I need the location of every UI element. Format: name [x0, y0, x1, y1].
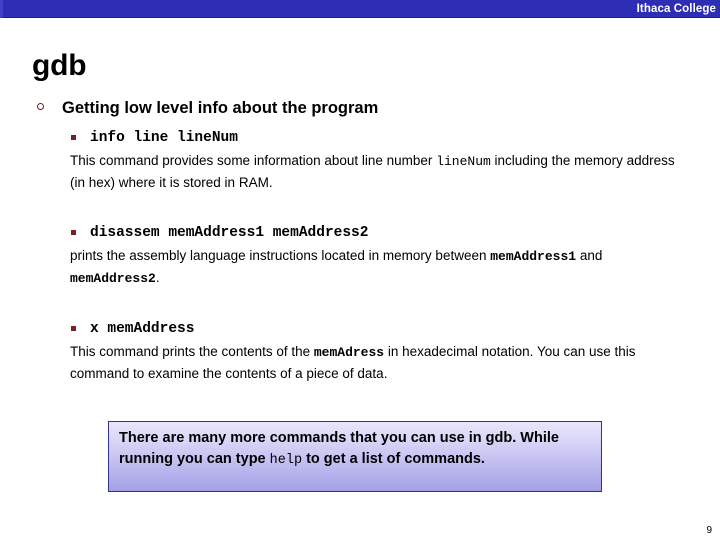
slide-body: Getting low level info about the program…	[32, 97, 702, 402]
command-section-disassem: disassem memAddress1 memAddress2 prints …	[32, 223, 702, 289]
command-description: This command prints the contents of the …	[70, 342, 690, 384]
command-description: This command provides some information a…	[70, 151, 690, 193]
command-heading-label: info line lineNum	[90, 130, 238, 146]
command-heading: disassem memAddress1 memAddress2	[70, 223, 702, 243]
inline-code: lineNum	[436, 154, 491, 169]
banner-left-edge	[0, 0, 3, 18]
inline-code: help	[269, 452, 303, 468]
top-banner	[0, 0, 720, 18]
inline-code: memAdress	[313, 345, 385, 360]
description-text: This command prints the contents of the	[70, 344, 314, 359]
callout-text: There are many more commands that you ca…	[119, 428, 591, 471]
command-heading: x memAddress	[70, 319, 702, 339]
command-section-info-line: info line lineNum This command provides …	[32, 128, 702, 193]
description-text: This command provides some information a…	[70, 153, 437, 168]
callout-text-part: to get a list of commands.	[302, 450, 485, 467]
command-section-x: x memAddress This command prints the con…	[32, 319, 702, 384]
inline-code: memAddress1	[490, 249, 577, 264]
slide: Ithaca College gdb Getting low level inf…	[0, 0, 720, 540]
circle-bullet-icon	[37, 103, 44, 110]
description-text: and	[576, 248, 603, 263]
page-number: 9	[706, 525, 712, 536]
page-title: gdb	[32, 49, 87, 82]
callout-box: There are many more commands that you ca…	[108, 421, 602, 492]
institution-name: Ithaca College	[636, 3, 716, 15]
bullet-level1: Getting low level info about the program	[32, 97, 702, 119]
square-bullet-icon	[71, 230, 76, 235]
square-bullet-icon	[71, 326, 76, 331]
bullet-level1-label: Getting low level info about the program	[62, 99, 379, 117]
command-heading-label: disassem memAddress1 memAddress2	[90, 225, 369, 241]
description-text: prints the assembly language instruction…	[70, 248, 491, 263]
description-text: .	[155, 269, 160, 285]
command-heading-label: x memAddress	[90, 321, 195, 337]
square-bullet-icon	[71, 135, 76, 140]
command-description: prints the assembly language instruction…	[70, 246, 690, 289]
inline-code: memAddress2	[70, 270, 156, 286]
command-heading: info line lineNum	[70, 128, 702, 148]
